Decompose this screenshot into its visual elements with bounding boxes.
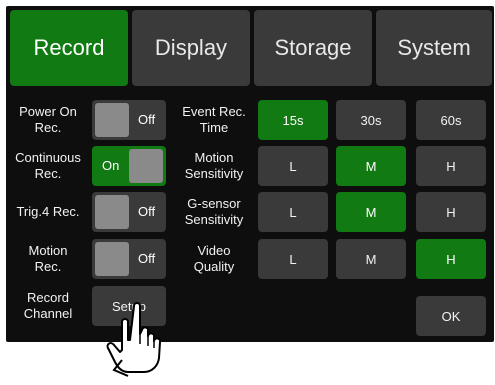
- gsensor-sensitivity-label: G-sensor Sensitivity: [184, 196, 244, 227]
- continuous-rec-state: On: [102, 158, 120, 173]
- record-channel-label: Record Channel: [23, 290, 73, 321]
- pointing-hand-icon: [106, 302, 162, 377]
- trig4-rec-label: Trig.4 Rec.: [16, 204, 80, 219]
- video-quality-low-button[interactable]: L: [258, 239, 328, 279]
- gsensor-sensitivity-high-button[interactable]: H: [416, 192, 486, 232]
- tab-display[interactable]: Display: [132, 10, 250, 86]
- toggle-knob: [95, 195, 129, 229]
- gsensor-sensitivity-low-button[interactable]: L: [258, 192, 328, 232]
- tab-storage[interactable]: Storage: [254, 10, 372, 86]
- tab-record[interactable]: Record: [10, 10, 128, 86]
- power-on-rec-label: Power On Rec.: [19, 104, 77, 135]
- video-quality-label: Video Quality: [193, 243, 235, 274]
- tab-system[interactable]: System: [376, 10, 492, 86]
- event-time-30s-button[interactable]: 30s: [336, 100, 406, 140]
- motion-sensitivity-low-button[interactable]: L: [258, 146, 328, 186]
- event-rec-time-label: Event Rec. Time: [182, 104, 246, 135]
- trig4-rec-toggle[interactable]: Off: [92, 192, 166, 232]
- motion-rec-state: Off: [138, 251, 156, 266]
- trig4-rec-state: Off: [138, 204, 156, 219]
- video-quality-high-button[interactable]: H: [416, 239, 486, 279]
- record-settings-screen: Record Display Storage System Power On R…: [6, 6, 494, 342]
- toggle-knob: [95, 242, 129, 276]
- motion-sensitivity-label: Motion Sensitivity: [184, 150, 244, 181]
- event-time-15s-button[interactable]: 15s: [258, 100, 328, 140]
- power-on-rec-toggle[interactable]: Off: [92, 100, 166, 140]
- continuous-rec-toggle[interactable]: On: [92, 146, 166, 186]
- toggle-knob: [95, 103, 129, 137]
- motion-sensitivity-medium-button[interactable]: M: [336, 146, 406, 186]
- video-quality-medium-button[interactable]: M: [336, 239, 406, 279]
- continuous-rec-label: Continuous Rec.: [15, 150, 81, 181]
- event-time-60s-button[interactable]: 60s: [416, 100, 486, 140]
- toggle-knob: [129, 149, 163, 183]
- gsensor-sensitivity-medium-button[interactable]: M: [336, 192, 406, 232]
- motion-rec-label: Motion Rec.: [28, 243, 68, 274]
- ok-button[interactable]: OK: [416, 296, 486, 336]
- motion-rec-toggle[interactable]: Off: [92, 239, 166, 279]
- motion-sensitivity-high-button[interactable]: H: [416, 146, 486, 186]
- power-on-rec-state: Off: [138, 112, 156, 127]
